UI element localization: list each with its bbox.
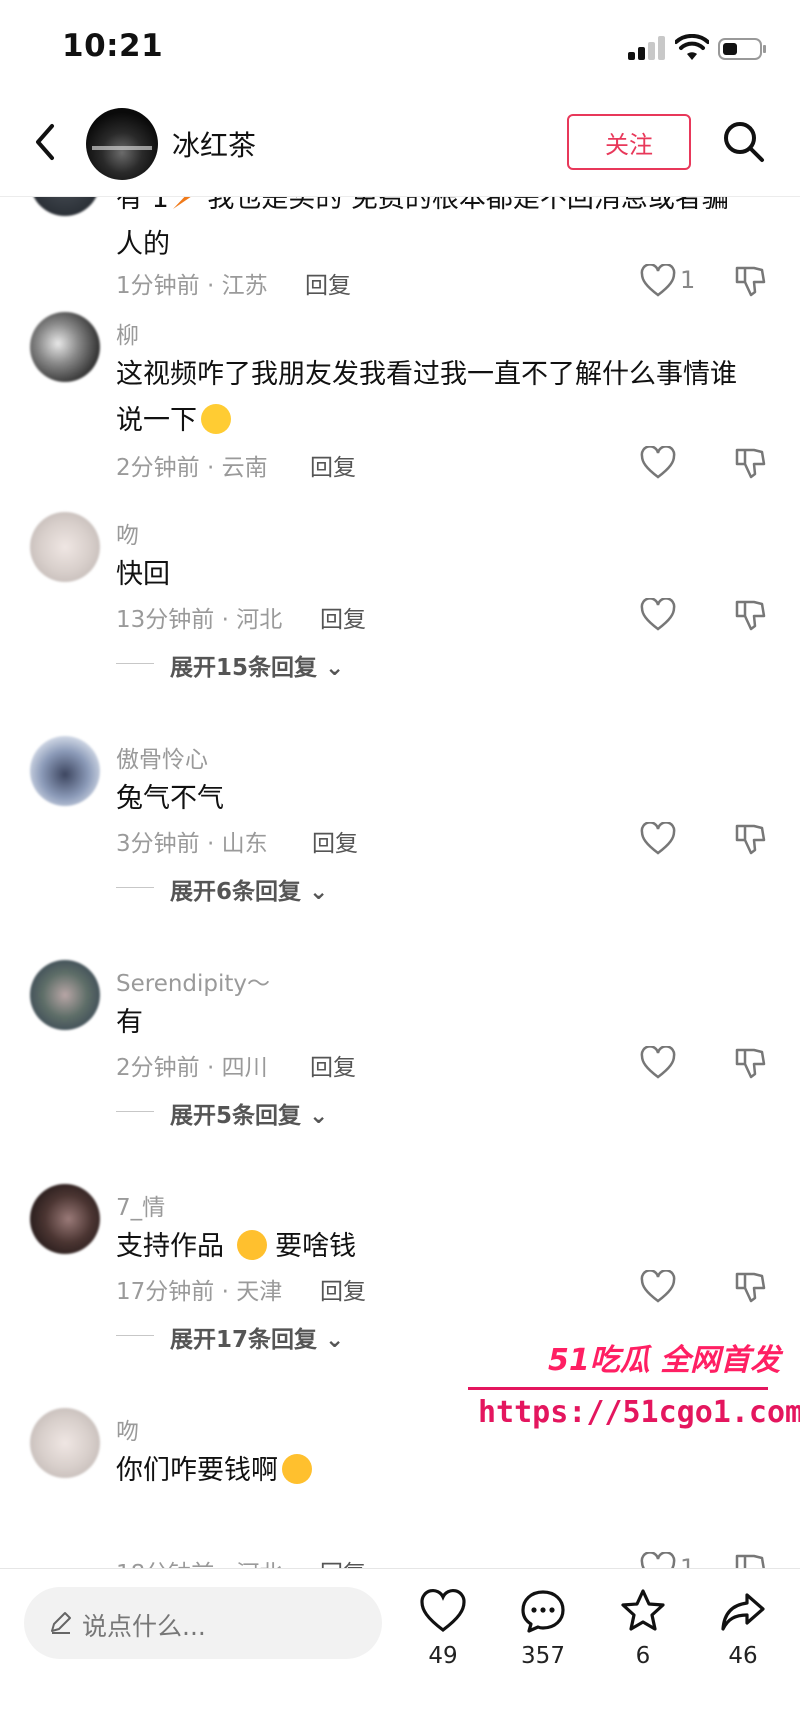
status-icons — [628, 34, 768, 64]
thinking-emoji-icon — [201, 404, 231, 434]
comment-count: 357 — [521, 1643, 565, 1669]
chevron-down-icon: ⌄ — [325, 1327, 345, 1353]
follow-button[interactable]: 关注 — [567, 114, 691, 170]
watermark-title: 51吃瓜 全网首发 — [548, 1343, 781, 1378]
heart-icon — [420, 1589, 466, 1633]
thumbs-down-icon[interactable] — [734, 1270, 766, 1304]
pencil-icon — [51, 1612, 71, 1634]
comment-username[interactable]: 吻 — [116, 1412, 139, 1446]
status-bar: 10:21 — [0, 0, 800, 100]
watermark-url: https://51cgo1.com — [478, 1395, 800, 1430]
header-avatar[interactable] — [86, 108, 158, 180]
reply-button[interactable]: 回复 — [320, 1272, 366, 1306]
comment-time-location: 13分钟前 · 河北 — [116, 607, 283, 633]
comment-avatar[interactable] — [30, 312, 100, 382]
comment-avatar[interactable] — [30, 512, 100, 582]
status-time: 10:21 — [62, 28, 164, 64]
expand-divider — [116, 663, 154, 664]
heart-icon[interactable] — [640, 446, 676, 480]
reply-button[interactable]: 回复 — [320, 600, 366, 634]
share-arrow-icon — [721, 1593, 765, 1631]
reply-button[interactable]: 回复 — [310, 448, 356, 482]
comment-avatar[interactable] — [30, 196, 100, 216]
wifi-icon — [675, 34, 709, 60]
thumbs-down-icon[interactable] — [734, 1552, 766, 1568]
chevron-down-icon: ⌄ — [325, 655, 345, 681]
like-button[interactable]: 49 — [403, 1587, 483, 1687]
comment-text: 有 1 我也是买的 免费的根本都是不回消息或者骗 人的 — [116, 196, 766, 268]
heart-icon[interactable] — [640, 598, 676, 632]
favorite-count: 6 — [635, 1643, 651, 1669]
chevron-down-icon: ⌄ — [309, 1103, 329, 1129]
share-button[interactable]: 46 — [703, 1587, 783, 1687]
comment-username[interactable]: Serendipity～ — [116, 964, 270, 998]
comment-text: 快回 — [116, 559, 170, 590]
heart-icon[interactable] — [640, 822, 676, 856]
comment-username[interactable]: 柳 — [116, 316, 139, 350]
heart-icon[interactable] — [640, 1270, 676, 1304]
comment-username[interactable]: 7_情 — [116, 1188, 165, 1222]
comment-input-placeholder: 说点什么... — [82, 1612, 206, 1641]
reply-button[interactable]: 回复 — [312, 824, 358, 858]
smirk-emoji-icon — [236, 1230, 267, 1260]
comment-avatar[interactable] — [30, 960, 100, 1030]
heart-icon[interactable] — [640, 264, 676, 298]
comment-time-location: 3分钟前 · 山东 — [116, 831, 268, 857]
cellular-signal-icon — [628, 36, 668, 60]
comment-text: 你们咋要钱啊 — [116, 1448, 766, 1494]
star-icon — [621, 1589, 665, 1631]
watermark-overlay: 51吃瓜 全网首发 https://51cgo1.com — [468, 1335, 800, 1445]
thumbs-down-icon[interactable] — [734, 446, 766, 480]
profile-header: 冰红茶 关注 — [0, 100, 800, 197]
watermark-underline — [468, 1387, 768, 1390]
comment-avatar[interactable] — [30, 1408, 100, 1478]
comment-time-location: 18分钟前 · 河北 — [116, 1554, 282, 1568]
comment-username[interactable]: 傲骨怜心 — [116, 740, 208, 774]
comment-text: 有 — [116, 1007, 143, 1038]
comment-avatar[interactable] — [30, 736, 100, 806]
comment-text: 这视频咋了我朋友发我看过我一直不了解什么事情谁 说一下 — [116, 359, 737, 436]
heart-icon[interactable] — [640, 1552, 676, 1568]
expand-replies-label: 展开17条回复 — [170, 1327, 318, 1353]
like-count: 1 — [680, 266, 696, 294]
comment-text: 兔气不气 — [116, 783, 224, 814]
search-icon[interactable] — [722, 120, 766, 164]
like-count: 1 — [680, 1554, 696, 1568]
expand-divider — [116, 1111, 154, 1112]
bottom-action-bar: 说点什么... 49 357 6 46 — [0, 1568, 800, 1732]
carrot-emoji-icon — [172, 196, 192, 209]
comment-time-location: 1分钟前 · 江苏 — [116, 273, 268, 299]
reply-button[interactable]: 回复 — [310, 1048, 356, 1082]
thumbs-down-icon[interactable] — [734, 598, 766, 632]
reply-button[interactable]: 回复 — [320, 1554, 366, 1568]
laughing-crying-emoji-icon — [282, 1454, 312, 1484]
share-count: 46 — [728, 1643, 758, 1669]
favorite-button[interactable]: 6 — [603, 1587, 683, 1687]
reply-button[interactable]: 回复 — [305, 266, 351, 300]
expand-replies-label: 展开5条回复 — [170, 1103, 302, 1129]
thumbs-down-icon[interactable] — [734, 822, 766, 856]
comment-text: 支持作品 要啥钱 — [116, 1230, 357, 1262]
comment-button[interactable]: 357 — [503, 1587, 583, 1687]
comment-avatar[interactable] — [30, 1184, 100, 1254]
expand-replies-label: 展开15条回复 — [170, 655, 318, 681]
heart-icon[interactable] — [640, 1046, 676, 1080]
expand-divider — [116, 887, 154, 888]
comment-time-location: 2分钟前 · 四川 — [116, 1055, 268, 1081]
like-count: 49 — [428, 1643, 458, 1669]
comment-username[interactable]: 吻 — [116, 516, 139, 550]
header-username[interactable]: 冰红茶 — [172, 124, 256, 164]
chevron-down-icon: ⌄ — [309, 879, 329, 905]
thumbs-down-icon[interactable] — [734, 1046, 766, 1080]
thumbs-down-icon[interactable] — [734, 264, 766, 298]
battery-icon — [718, 38, 766, 60]
back-arrow-icon[interactable] — [30, 122, 60, 162]
expand-divider — [116, 1335, 154, 1336]
comment-time-location: 17分钟前 · 天津 — [116, 1279, 283, 1305]
comment-input[interactable]: 说点什么... — [24, 1587, 382, 1659]
expand-replies-label: 展开6条回复 — [170, 879, 302, 905]
comment-bubble-icon — [521, 1590, 565, 1633]
comment-time-location: 2分钟前 · 云南 — [116, 455, 268, 481]
